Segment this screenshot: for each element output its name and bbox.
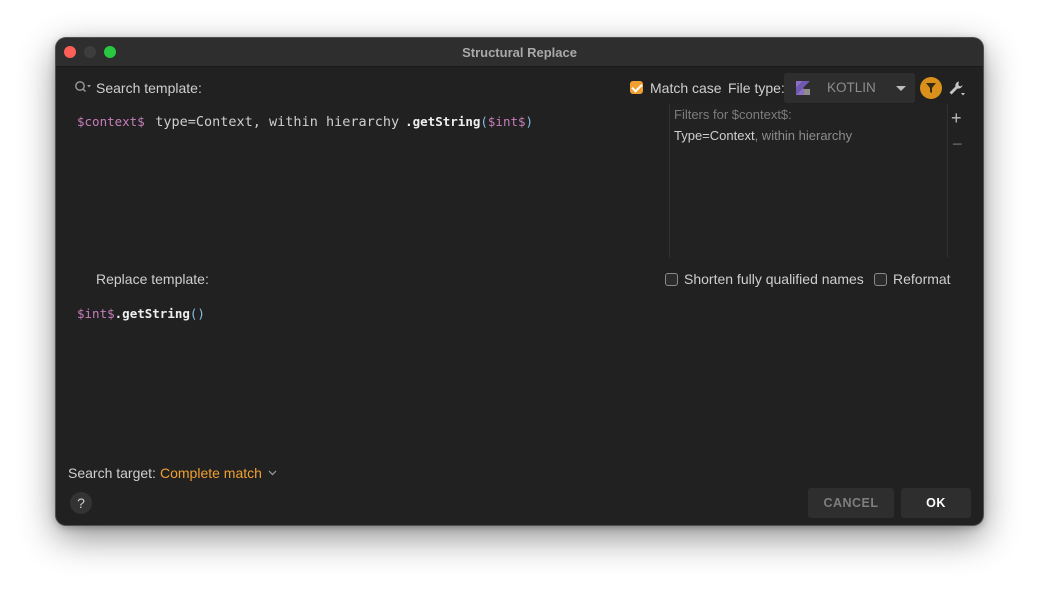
template-variable: $context$: [77, 114, 145, 129]
inline-filter-hint[interactable]: type=Context, within hierarchy: [155, 114, 399, 130]
reformat-checkbox[interactable]: [874, 273, 887, 286]
file-type-dropdown[interactable]: KOTLIN: [784, 73, 915, 103]
search-target-value: Complete match: [160, 465, 262, 481]
template-variable: $int$: [77, 306, 115, 321]
shorten-names-checkbox[interactable]: [665, 273, 678, 286]
window-title: Structural Replace: [462, 45, 577, 60]
structural-replace-dialog: Structural Replace Search template: Matc…: [56, 38, 983, 525]
kotlin-icon: [796, 81, 810, 95]
help-icon[interactable]: ?: [70, 492, 92, 514]
template-variable: $int$: [487, 114, 526, 129]
reformat-label[interactable]: Reformat: [893, 271, 951, 287]
template-method: .getString: [405, 114, 481, 129]
chevron-down-icon: [268, 470, 277, 476]
filter-icon[interactable]: [920, 77, 942, 99]
dropdown-arrow-icon: [896, 86, 906, 91]
title-bar: Structural Replace: [56, 38, 983, 67]
ok-button[interactable]: OK: [901, 488, 971, 518]
search-target-dropdown[interactable]: Complete match: [160, 465, 277, 481]
wrench-icon[interactable]: [948, 80, 966, 96]
replace-template-editor[interactable]: $int$.getString(): [77, 306, 205, 321]
shorten-names-label[interactable]: Shorten fully qualified names: [684, 271, 864, 287]
file-type-value: KOTLIN: [827, 80, 876, 95]
search-template-label: Search template:: [96, 80, 202, 96]
filter-constraint-type: Type=Context: [674, 128, 755, 143]
search-template-editor[interactable]: $context$ type=Context, within hierarchy…: [77, 114, 533, 130]
search-target-label: Search target:: [68, 465, 156, 481]
search-options-icon[interactable]: [74, 80, 92, 94]
template-open-paren: (: [480, 114, 488, 129]
file-type-label: File type:: [728, 80, 785, 96]
template-close-paren: ): [525, 114, 534, 129]
filter-constraint[interactable]: Type=Context, within hierarchy: [674, 128, 852, 143]
replace-template-label: Replace template:: [96, 271, 209, 287]
remove-icon[interactable]: −: [952, 135, 963, 153]
add-icon[interactable]: +: [951, 109, 962, 127]
filter-constraint-hierarchy: , within hierarchy: [754, 128, 853, 143]
filters-panel: Filters for $context$: Type=Context, wit…: [669, 104, 948, 258]
cancel-button[interactable]: CANCEL: [808, 488, 894, 518]
template-method: .getString: [114, 306, 190, 321]
template-parens: (): [189, 306, 205, 321]
filters-title: Filters for $context$:: [674, 107, 792, 122]
match-case-checkbox[interactable]: [630, 81, 643, 94]
match-case-label[interactable]: Match case: [650, 80, 722, 96]
